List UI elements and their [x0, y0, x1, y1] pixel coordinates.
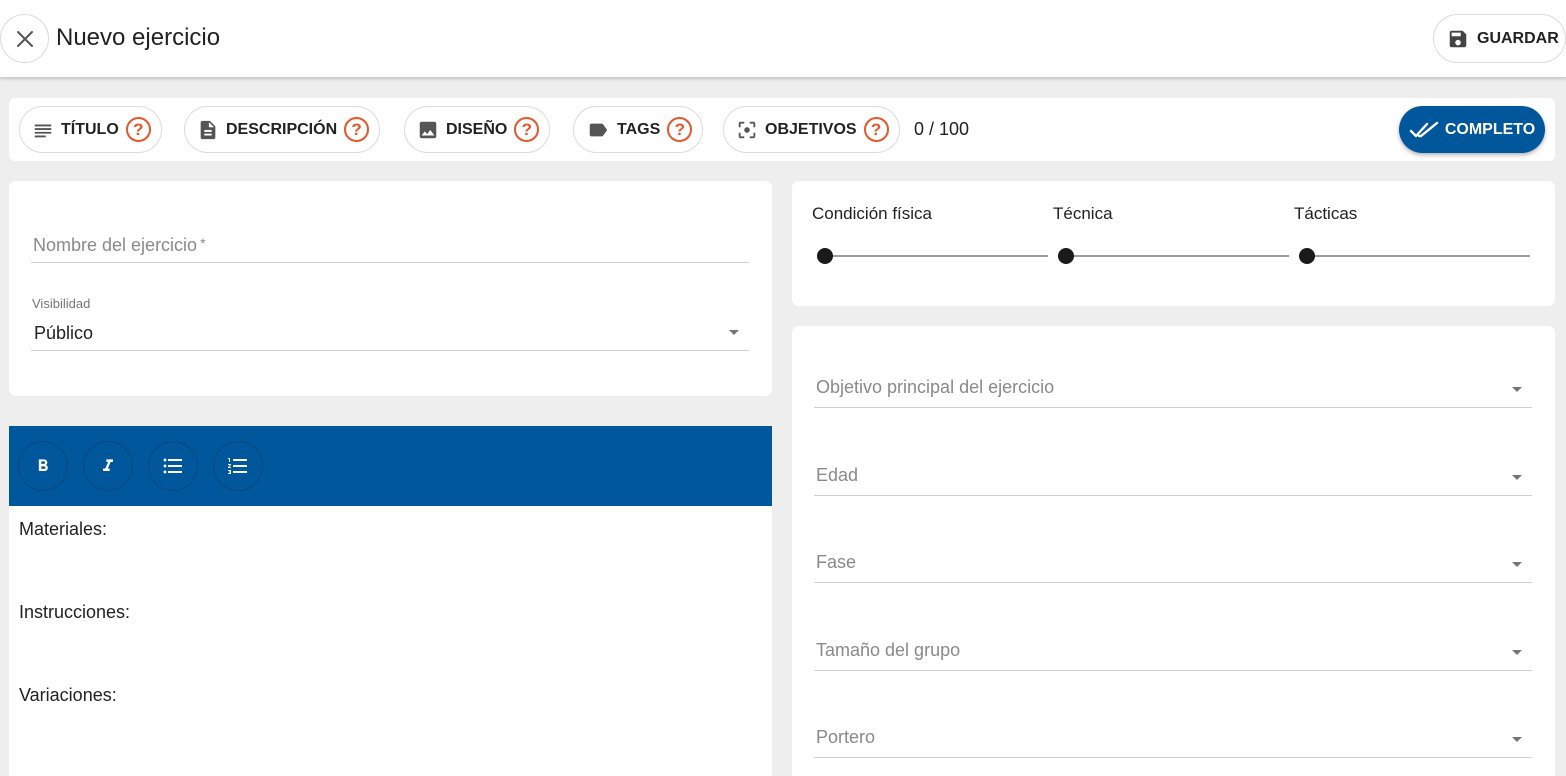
help-icon[interactable]: ?	[514, 117, 540, 142]
editor-toolbar	[9, 426, 772, 506]
editor-line: Instrucciones:	[19, 602, 131, 622]
chevron-down-icon	[729, 330, 739, 335]
select-placeholder: Fase	[816, 552, 857, 572]
step-chip-title[interactable]: TÍTULO ?	[19, 106, 162, 153]
bold-icon	[38, 459, 48, 471]
complete-button[interactable]: COMPLETO	[1399, 106, 1545, 153]
numbered-list-button[interactable]	[213, 441, 263, 491]
numbered-list-icon	[228, 458, 247, 474]
exercise-name-placeholder: Nombre del ejercicio *	[33, 235, 206, 255]
page-title: Nuevo ejercicio	[56, 24, 221, 51]
step-label: TÍTULO	[61, 120, 119, 138]
step-label: TAGS	[617, 120, 661, 138]
goalkeeper-select[interactable]: Portero	[814, 721, 1532, 758]
steps-toolbar: TÍTULO ? DESCRIPCIÓN ? DISEÑO ? TAGS ? O…	[9, 98, 1555, 161]
document-icon	[200, 120, 216, 139]
technique-slider[interactable]	[1058, 248, 1289, 264]
slider-label: Técnica	[1053, 204, 1113, 223]
slider-label: Condición física	[812, 204, 933, 223]
save-icon	[1449, 30, 1467, 47]
visibility-value: Público	[34, 323, 94, 343]
slider-thumb[interactable]	[1058, 248, 1074, 264]
chevron-down-icon	[1512, 562, 1522, 567]
app-header: Nuevo ejercicio GUARDAR	[0, 0, 1566, 78]
slider-thumb[interactable]	[817, 248, 833, 264]
step-chip-design[interactable]: DISEÑO ?	[404, 106, 551, 153]
slider-label: Tácticas	[1294, 204, 1358, 223]
editor-line: Variaciones:	[19, 685, 117, 705]
slider-thumb[interactable]	[1299, 248, 1315, 264]
chevron-down-icon	[1512, 475, 1522, 480]
select-placeholder: Objetivo principal del ejercicio	[816, 377, 1055, 397]
bulleted-list-button[interactable]	[148, 441, 198, 491]
step-label: DISEÑO	[446, 120, 508, 138]
help-icon[interactable]: ?	[863, 117, 889, 142]
complete-label: COMPLETO	[1444, 120, 1536, 138]
step-chip-objectives[interactable]: OBJETIVOS ?	[723, 106, 900, 153]
select-placeholder: Edad	[816, 465, 859, 485]
group-size-select[interactable]: Tamaño del grupo	[814, 634, 1532, 671]
italic-button[interactable]	[83, 441, 133, 491]
step-chip-tags[interactable]: TAGS ?	[573, 106, 704, 153]
tag-icon	[589, 123, 608, 136]
step-chip-description[interactable]: DESCRIPCIÓN ?	[184, 106, 381, 153]
progress-counter: 0 / 100	[914, 119, 970, 139]
tactics-slider[interactable]	[1299, 248, 1530, 264]
editor-content[interactable]: Materiales: Instrucciones: Variaciones:	[9, 506, 772, 776]
bold-button[interactable]	[18, 441, 68, 491]
focus-sliders-card: Condición física Técnica Tácticas	[792, 181, 1555, 306]
basic-info-card: Nombre del ejercicio * Visibilidad Públic…	[9, 181, 772, 396]
exercise-name-field[interactable]: Nombre del ejercicio *	[31, 231, 749, 263]
objectives-card: Objetivo principal del ejercicio Edad Fa…	[792, 326, 1555, 776]
bulleted-list-icon	[163, 458, 182, 474]
save-label: GUARDAR	[1477, 29, 1559, 47]
help-icon[interactable]: ?	[667, 117, 693, 142]
image-icon	[419, 121, 437, 138]
chevron-down-icon	[1512, 737, 1522, 742]
select-placeholder: Tamaño del grupo	[816, 640, 961, 660]
close-icon	[16, 30, 33, 47]
visibility-select[interactable]: Público	[31, 316, 749, 351]
center-focus-icon	[738, 121, 756, 138]
visibility-label: Visibilidad	[32, 296, 91, 311]
main-objective-select[interactable]: Objetivo principal del ejercicio	[814, 371, 1532, 408]
step-label: OBJETIVOS	[765, 120, 857, 138]
italic-icon	[103, 459, 113, 471]
save-button[interactable]: GUARDAR	[1433, 14, 1566, 63]
age-select[interactable]: Edad	[814, 459, 1532, 496]
select-placeholder: Portero	[816, 727, 876, 747]
chevron-down-icon	[1512, 387, 1522, 392]
help-icon[interactable]: ?	[125, 117, 151, 142]
step-label: DESCRIPCIÓN	[226, 120, 338, 138]
double-check-icon	[1409, 121, 1439, 137]
physical-condition-slider[interactable]	[817, 248, 1048, 264]
phase-select[interactable]: Fase	[814, 546, 1532, 583]
help-icon[interactable]: ?	[344, 117, 370, 142]
notes-lines-icon	[34, 124, 52, 137]
editor-line: Materiales:	[19, 519, 108, 539]
chevron-down-icon	[1512, 650, 1522, 655]
close-button[interactable]	[0, 14, 49, 63]
